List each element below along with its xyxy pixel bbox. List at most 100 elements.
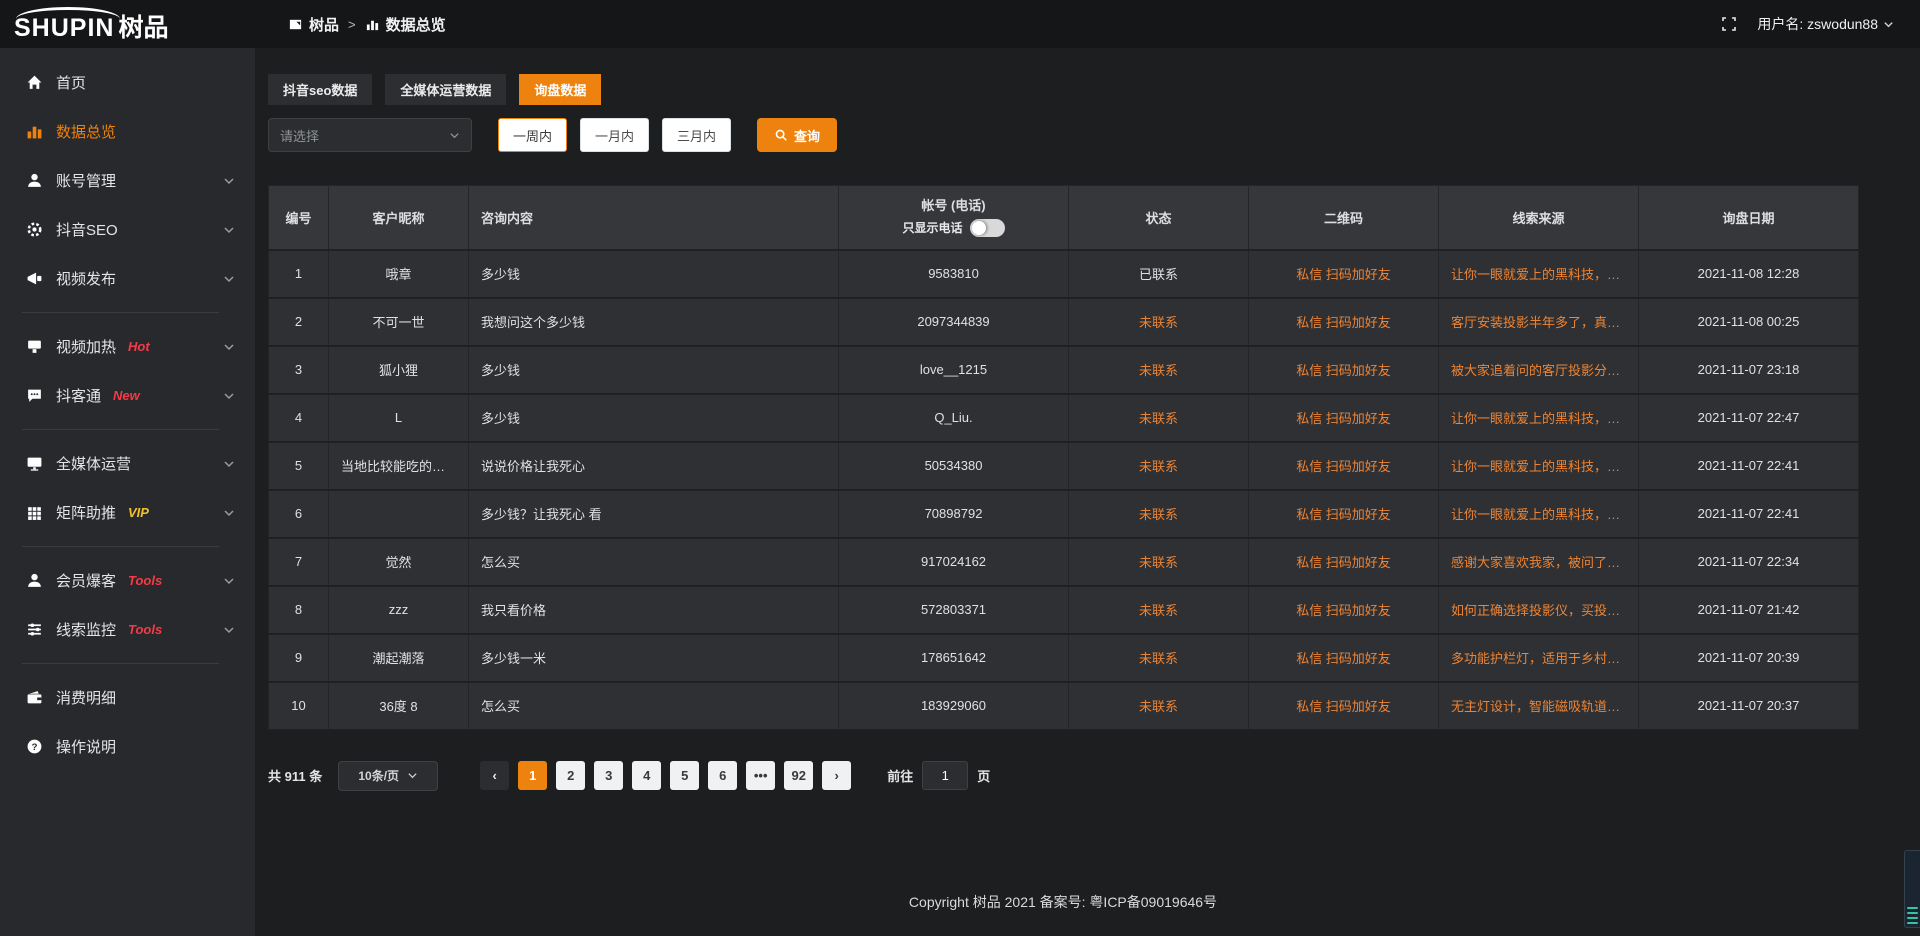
sidebar-divider	[22, 429, 219, 430]
table-header-row: 编号 客户昵称 咨询内容 帐号 (电话) 只显示电话 状态 二维码 线索来源 询…	[269, 186, 1859, 250]
range-button-0[interactable]: 一周内	[498, 118, 567, 152]
sidebar-item-video-heating[interactable]: 视频加热Hot	[0, 322, 255, 371]
range-button-2[interactable]: 三月内	[662, 118, 731, 152]
qr-link[interactable]: 私信 扫码加好友	[1249, 346, 1439, 394]
source-link[interactable]: 让你一眼就爱上的黑科技，能...	[1439, 394, 1639, 442]
page-button-1[interactable]: 1	[518, 761, 547, 790]
page-button-92[interactable]: 92	[784, 761, 813, 790]
page-size-select[interactable]: 10条/页	[338, 761, 438, 791]
cell-nickname: 狐小狸	[329, 346, 469, 394]
source-link[interactable]: 感谢大家喜欢我家，被问了好...	[1439, 538, 1639, 586]
chevron-down-icon	[223, 458, 235, 470]
fullscreen-icon[interactable]	[1721, 16, 1737, 32]
table-row: 1036度 8怎么买183929060未联系私信 扫码加好友无主灯设计，智能磁吸…	[269, 682, 1859, 730]
sidebar-item-video-publish[interactable]: 视频发布	[0, 254, 255, 303]
qr-link[interactable]: 私信 扫码加好友	[1249, 682, 1439, 730]
logo-text: SHUPIN树品	[14, 15, 255, 43]
goto-page-input[interactable]	[922, 761, 968, 790]
user-menu[interactable]: 用户名: zswodun88	[1757, 14, 1894, 34]
source-link[interactable]: 无主灯设计，智能磁吸轨道灯...	[1439, 682, 1639, 730]
source-link[interactable]: 让你一眼就爱上的黑科技，能...	[1439, 250, 1639, 298]
sidebar-item-omnimedia-operation[interactable]: 全媒体运营	[0, 439, 255, 488]
more-pages-button[interactable]: •••	[746, 761, 775, 790]
sidebar-item-operation-guide[interactable]: ?操作说明	[0, 722, 255, 771]
heat-icon	[26, 338, 43, 355]
chevron-down-icon	[223, 273, 235, 285]
footer: Copyright 树品 2021 备案号: 粤ICP备09019646号	[268, 834, 1858, 936]
qr-link[interactable]: 私信 扫码加好友	[1249, 490, 1439, 538]
home-icon	[26, 74, 43, 91]
chevron-down-icon	[223, 175, 235, 187]
tab-inquiry-data[interactable]: 询盘数据	[519, 74, 601, 105]
cell-content: 多少钱一米	[469, 634, 839, 682]
sidebar-item-consumption-detail[interactable]: 消费明细	[0, 673, 255, 722]
qr-link[interactable]: 私信 扫码加好友	[1249, 538, 1439, 586]
cell-nickname: 36度 8	[329, 682, 469, 730]
breadcrumb-current-label: 数据总览	[386, 14, 446, 35]
source-link[interactable]: 如何正确选择投影仪，买投影...	[1439, 586, 1639, 634]
sliders-icon	[26, 621, 43, 638]
page-buttons: ‹ 123456 ••• 92 ›	[480, 761, 851, 790]
next-page-button[interactable]: ›	[822, 761, 851, 790]
range-button-1[interactable]: 一月内	[580, 118, 649, 152]
table-row: 7觉然怎么买917024162未联系私信 扫码加好友感谢大家喜欢我家，被问了好.…	[269, 538, 1859, 586]
status-badge: 未联系	[1069, 634, 1249, 682]
col-qr: 二维码	[1249, 186, 1439, 250]
chevron-down-icon	[407, 770, 418, 781]
floating-widget[interactable]	[1904, 850, 1920, 928]
page-button-2[interactable]: 2	[556, 761, 585, 790]
qr-link[interactable]: 私信 扫码加好友	[1249, 634, 1439, 682]
toggle-knob	[972, 221, 986, 235]
sidebar-item-account-management[interactable]: 账号管理	[0, 156, 255, 205]
source-link[interactable]: 让你一眼就爱上的黑科技，能...	[1439, 442, 1639, 490]
sidebar-item-data-overview[interactable]: 数据总览	[0, 107, 255, 156]
status-badge: 未联系	[1069, 586, 1249, 634]
sidebar-item-douketong[interactable]: 抖客通New	[0, 371, 255, 420]
status-badge: 未联系	[1069, 442, 1249, 490]
badge-tools: Tools	[128, 573, 162, 588]
cell-account: 70898792	[839, 490, 1069, 538]
source-link[interactable]: 被大家追着问的客厅投影分享...	[1439, 346, 1639, 394]
cell-content: 多少钱？让我死心 看	[469, 490, 839, 538]
tab-douyin-seo-data[interactable]: 抖音seo数据	[268, 74, 372, 105]
page-button-6[interactable]: 6	[708, 761, 737, 790]
chevron-down-icon	[223, 390, 235, 402]
prev-page-button[interactable]: ‹	[480, 761, 509, 790]
topbar: SHUPIN树品 树品 > 数据总览 用户名: zswodun88	[0, 0, 1920, 48]
sidebar-item-clue-monitor[interactable]: 线索监控Tools	[0, 605, 255, 654]
phone-only-toggle[interactable]	[970, 219, 1005, 237]
qr-link[interactable]: 私信 扫码加好友	[1249, 442, 1439, 490]
status-badge: 已联系	[1069, 250, 1249, 298]
sidebar-item-douyin-seo[interactable]: 抖音SEO	[0, 205, 255, 254]
qr-link[interactable]: 私信 扫码加好友	[1249, 298, 1439, 346]
qr-link[interactable]: 私信 扫码加好友	[1249, 394, 1439, 442]
page-button-5[interactable]: 5	[670, 761, 699, 790]
page-button-4[interactable]: 4	[632, 761, 661, 790]
sidebar-item-label: 抖音SEO	[56, 219, 118, 240]
breadcrumb-current[interactable]: 数据总览	[365, 14, 446, 35]
cell-id: 8	[269, 586, 329, 634]
source-link[interactable]: 多功能护栏灯，适用于乡村文...	[1439, 634, 1639, 682]
col-status: 状态	[1069, 186, 1249, 250]
sidebar-item-home[interactable]: 首页	[0, 58, 255, 107]
sidebar-item-matrix-boost[interactable]: 矩阵助推VIP	[0, 488, 255, 537]
breadcrumb-root[interactable]: 树品	[288, 14, 339, 35]
qr-link[interactable]: 私信 扫码加好友	[1249, 586, 1439, 634]
source-link[interactable]: 客厅安装投影半年多了，真实...	[1439, 298, 1639, 346]
source-link[interactable]: 让你一眼就爱上的黑科技，能...	[1439, 490, 1639, 538]
widget-line	[1907, 917, 1918, 919]
table-row: 9潮起潮落多少钱一米178651642未联系私信 扫码加好友多功能护栏灯，适用于…	[269, 634, 1859, 682]
app-logo[interactable]: SHUPIN树品	[0, 5, 255, 43]
cell-nickname: 哦章	[329, 250, 469, 298]
sidebar-item-label: 账号管理	[56, 170, 116, 191]
date-range-group: 一周内一月内三月内	[498, 118, 744, 152]
page-button-3[interactable]: 3	[594, 761, 623, 790]
table-row: 5当地比较能吃的一位美女说说价格让我死心50534380未联系私信 扫码加好友让…	[269, 442, 1859, 490]
query-button[interactable]: 查询	[757, 118, 837, 152]
qr-link[interactable]: 私信 扫码加好友	[1249, 250, 1439, 298]
account-select[interactable]: 请选择	[268, 118, 472, 152]
cell-date: 2021-11-08 00:25	[1639, 298, 1859, 346]
sidebar-item-member-marketing[interactable]: 会员爆客Tools	[0, 556, 255, 605]
tab-omnimedia-data[interactable]: 全媒体运营数据	[385, 74, 506, 105]
badge-vip: VIP	[128, 505, 149, 520]
